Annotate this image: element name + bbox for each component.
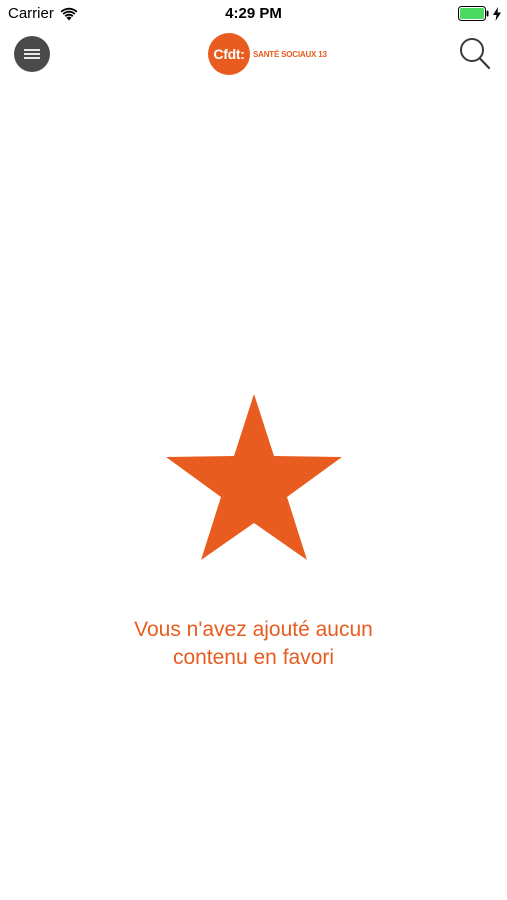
battery-icon [458,6,489,21]
status-time: 4:29 PM [225,5,282,22]
status-bar: Carrier 4:29 PM [0,0,507,28]
menu-button[interactable] [14,36,50,72]
logo-subtitle: SANTÉ SOCIAUX 13 [253,49,327,59]
empty-state-message: Vous n'avez ajouté aucun contenu en favo… [60,616,447,672]
battery-indicator [458,6,501,21]
search-button[interactable] [457,36,493,72]
empty-message-line-2: contenu en favori [172,646,335,669]
nav-bar: Cfdt: SANTÉ SOCIAUX 13 [0,28,507,80]
empty-message-line-1: Vous n'avez ajouté aucun [134,618,373,641]
charging-bolt-icon [493,6,501,21]
search-icon [460,38,491,70]
app-logo: Cfdt: SANTÉ SOCIAUX 13 [208,33,327,75]
star-icon [166,394,342,560]
logo-mark: Cfdt: [208,33,250,75]
